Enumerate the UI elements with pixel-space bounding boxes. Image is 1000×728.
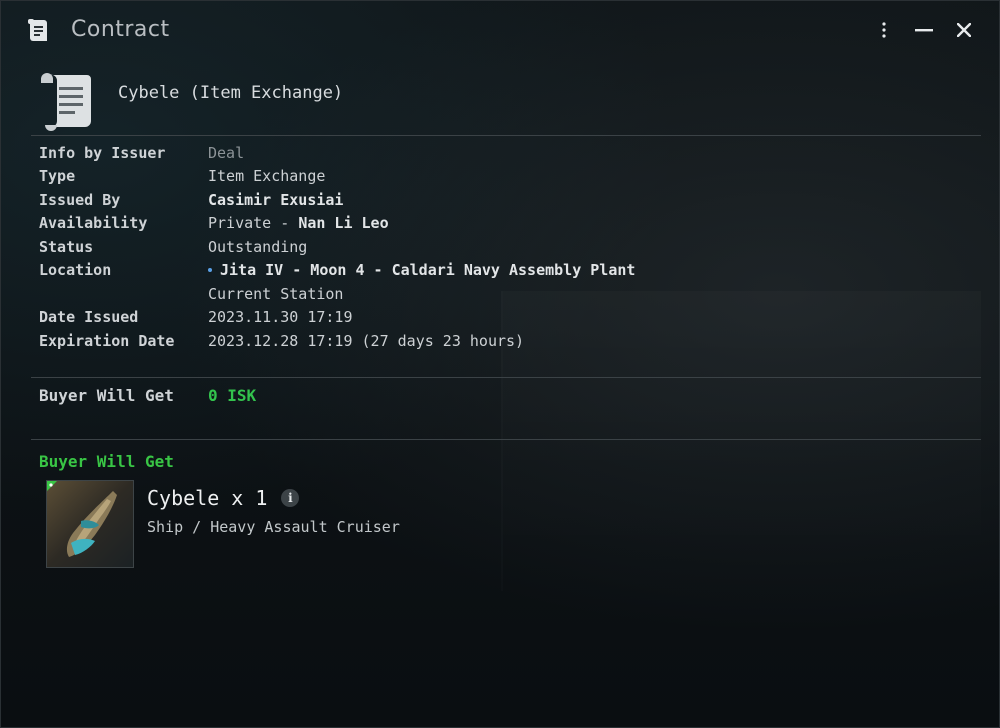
divider [31,135,981,136]
info-row-location: Location Jita IV - Moon 4 - Caldari Navy… [39,259,939,283]
contract-window: Contract Cybele (Item Exchange) Info by … [0,0,1000,728]
show-info-icon[interactable]: i [281,489,300,507]
info-row-status: Status Outstanding [39,235,939,259]
info-value: 2023.12.28 17:19 (27 days 23 hours) [208,331,525,350]
contract-scroll-icon [28,19,47,41]
divider [31,377,981,378]
info-row-type: Type Item Exchange [39,165,939,189]
list-item[interactable]: Cybele x 1 i Ship / Heavy Assault Cruise… [46,480,646,570]
isk-value: 0 ISK [208,386,257,405]
item-type: Ship / Heavy Assault Cruiser [147,518,400,536]
info-label: Availability [39,214,148,233]
item-name: Cybele x 1 [147,486,268,510]
info-label: Status [39,237,94,256]
contract-info-table: Info by Issuer Deal Type Item Exchange I… [39,141,939,353]
info-row-availability: Availability Private - Nan Li Leo [39,212,939,236]
info-value: 2023.11.30 17:19 [208,308,353,327]
availability-prefix: Private - [208,214,299,233]
window-controls [873,19,975,41]
isk-label: Buyer Will Get [39,386,174,405]
contract-document-icon [41,73,91,131]
issuer-link[interactable]: Casimir Exusiai [208,191,343,209]
title-bar[interactable]: Contract [1,1,999,63]
isk-summary: Buyer Will Get 0 ISK [39,386,256,405]
minimize-icon[interactable] [913,19,935,41]
info-row-date-issued: Date Issued 2023.11.30 17:19 [39,306,939,330]
info-value: Current Station [208,284,344,303]
info-row-location-note: Current Station [39,282,939,306]
contract-header: Cybele (Item Exchange) [31,67,981,135]
ship-thumbnail-icon[interactable] [46,480,134,568]
info-label: Date Issued [39,308,139,327]
info-row-issued-by: Issued By Casimir Exusiai [39,188,939,212]
info-value: Item Exchange [208,167,326,186]
window-title: Contract [71,17,170,42]
info-row-expiration-date: Expiration Date 2023.12.28 17:19 (27 day… [39,329,939,353]
info-label: Issued By [39,190,121,209]
close-icon[interactable] [953,19,975,41]
contract-name: Cybele (Item Exchange) [118,83,344,103]
info-label: Expiration Date [39,331,175,350]
info-label: Info by Issuer [39,143,166,162]
info-value: Private - Nan Li Leo [208,214,389,232]
divider [31,439,981,440]
item-name-line: Cybele x 1 i [147,486,300,510]
info-value: Outstanding [208,237,308,256]
info-row-info-by-issuer: Info by Issuer Deal [39,141,939,165]
info-label: Type [39,167,76,186]
security-status-dot-icon [208,267,212,272]
availability-character-link[interactable]: Nan Li Leo [298,214,388,232]
items-heading: Buyer Will Get [39,452,174,471]
info-label: Location [39,261,112,280]
location-link[interactable]: Jita IV - Moon 4 - Caldari Navy Assembly… [220,261,635,279]
info-value: Jita IV - Moon 4 - Caldari Navy Assembly… [208,261,635,279]
info-value: Deal [208,143,245,162]
more-options-icon[interactable] [873,19,895,41]
